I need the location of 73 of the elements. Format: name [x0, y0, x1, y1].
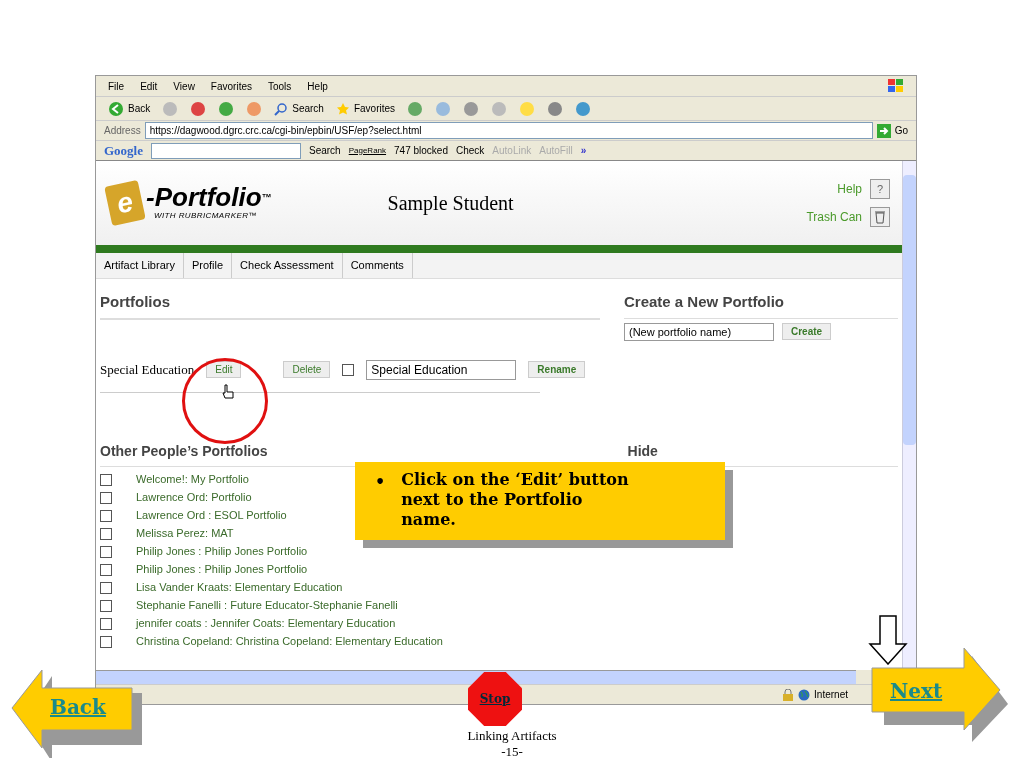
portfolio-link[interactable]: Christina Copeland: Christina Copeland: Elementary Education: [136, 633, 443, 650]
search-icon: [274, 101, 289, 116]
rename-button[interactable]: Rename: [528, 361, 586, 378]
portfolio-link[interactable]: Welcome!: My Portfolio: [136, 471, 249, 488]
star-icon: [335, 101, 350, 116]
down-arrow-icon: [868, 615, 908, 665]
address-label: Address: [104, 124, 141, 138]
portfolio-link[interactable]: Lawrence Ord: Portfolio: [136, 489, 252, 506]
bullet: •: [375, 471, 386, 490]
spell-check-button[interactable]: Check: [456, 143, 485, 158]
favorites-button[interactable]: Favorites: [335, 101, 396, 116]
vertical-scrollbar[interactable]: [902, 161, 916, 670]
menu-item[interactable]: Tools: [268, 78, 292, 94]
popup-blocker-button[interactable]: 747 blocked: [394, 143, 448, 158]
portfolio-link[interactable]: Lawrence Ord : ESOL Portfolio: [136, 507, 287, 524]
menu-item[interactable]: Help: [307, 78, 328, 94]
checkbox[interactable]: [100, 491, 112, 504]
help-link[interactable]: Help: [837, 180, 862, 198]
google-search-field[interactable]: [151, 142, 301, 159]
menu-item[interactable]: Favorites: [210, 78, 252, 94]
google-logo[interactable]: Google: [104, 140, 143, 161]
help-button[interactable]: ?: [870, 179, 890, 199]
portfolio-link[interactable]: jennifer coats : Jennifer Coats: Elementary Education: [136, 615, 396, 632]
tab[interactable]: Artifact Library: [96, 253, 184, 278]
checkbox[interactable]: [100, 617, 112, 630]
callout-text: Click on the ‘Edit’ button next to the Portfolio name.: [401, 470, 630, 531]
portfolio-link[interactable]: Stephanie Fanelli : Future Educator-Stephanie Fanelli: [136, 597, 398, 614]
tab[interactable]: Check Assessment: [232, 253, 343, 278]
new-portfolio-field[interactable]: (New portfolio name): [624, 322, 774, 341]
padlock-icon: [782, 688, 795, 701]
rename-field[interactable]: Special Education: [366, 359, 517, 380]
page-number: -15-: [501, 744, 523, 760]
checkbox[interactable]: [100, 581, 112, 594]
tab[interactable]: Comments: [342, 253, 413, 278]
menu-item[interactable]: File: [108, 78, 125, 94]
windows-flag-icon: [888, 79, 904, 93]
security-zone: Internet: [814, 688, 848, 702]
checkbox[interactable]: [100, 509, 112, 522]
menu-item[interactable]: View: [173, 78, 195, 94]
section-heading: Other People’s Portfolios: [100, 441, 268, 461]
checkbox[interactable]: [100, 599, 112, 612]
checkbox[interactable]: [100, 635, 112, 648]
checkbox[interactable]: [342, 363, 355, 376]
go-button[interactable]: Go: [876, 123, 908, 138]
section-heading: Create a New Portfolio: [624, 291, 898, 319]
portfolio-link[interactable]: Melissa Perez: MAT: [136, 525, 234, 542]
trash-can-icon[interactable]: [870, 207, 890, 227]
google-search-button[interactable]: Search: [309, 143, 341, 158]
address-field[interactable]: https://dagwood.dgrc.crc.ca/cgi-bin/epbin/USF/ep?select.html: [144, 122, 873, 139]
edit-button[interactable]: Edit: [206, 361, 242, 378]
horizontal-scrollbar[interactable]: [96, 670, 856, 684]
tab[interactable]: Profile: [183, 253, 233, 278]
pagerank-label: PageRank: [348, 144, 387, 157]
search-button[interactable]: Search: [274, 101, 324, 116]
checkbox[interactable]: [100, 473, 112, 486]
slide-title: Linking Artifacts: [467, 728, 557, 744]
section-heading: Portfolios: [100, 291, 600, 320]
portfolio-name: Special Education: [100, 360, 195, 379]
pointer-hand-icon: [222, 384, 234, 400]
student-name: Sample Student: [387, 191, 514, 217]
menu-item[interactable]: Edit: [140, 78, 158, 94]
hide-heading: Hide: [627, 441, 658, 461]
checkbox[interactable]: [100, 545, 112, 558]
delete-button[interactable]: Delete: [283, 361, 331, 378]
globe-icon: [798, 688, 811, 701]
portfolio-link[interactable]: Lisa Vander Kraats: Elementary Education: [136, 579, 343, 596]
create-button[interactable]: Create: [782, 323, 832, 341]
checkbox[interactable]: [100, 563, 112, 576]
back-button[interactable]: Back: [108, 100, 151, 117]
portfolio-link[interactable]: Philip Jones : Philip Jones Portfolio: [136, 543, 308, 560]
more-button[interactable]: »: [580, 143, 587, 158]
checkbox[interactable]: [100, 527, 112, 540]
portfolio-link[interactable]: Philip Jones : Philip Jones Portfolio: [136, 561, 308, 578]
